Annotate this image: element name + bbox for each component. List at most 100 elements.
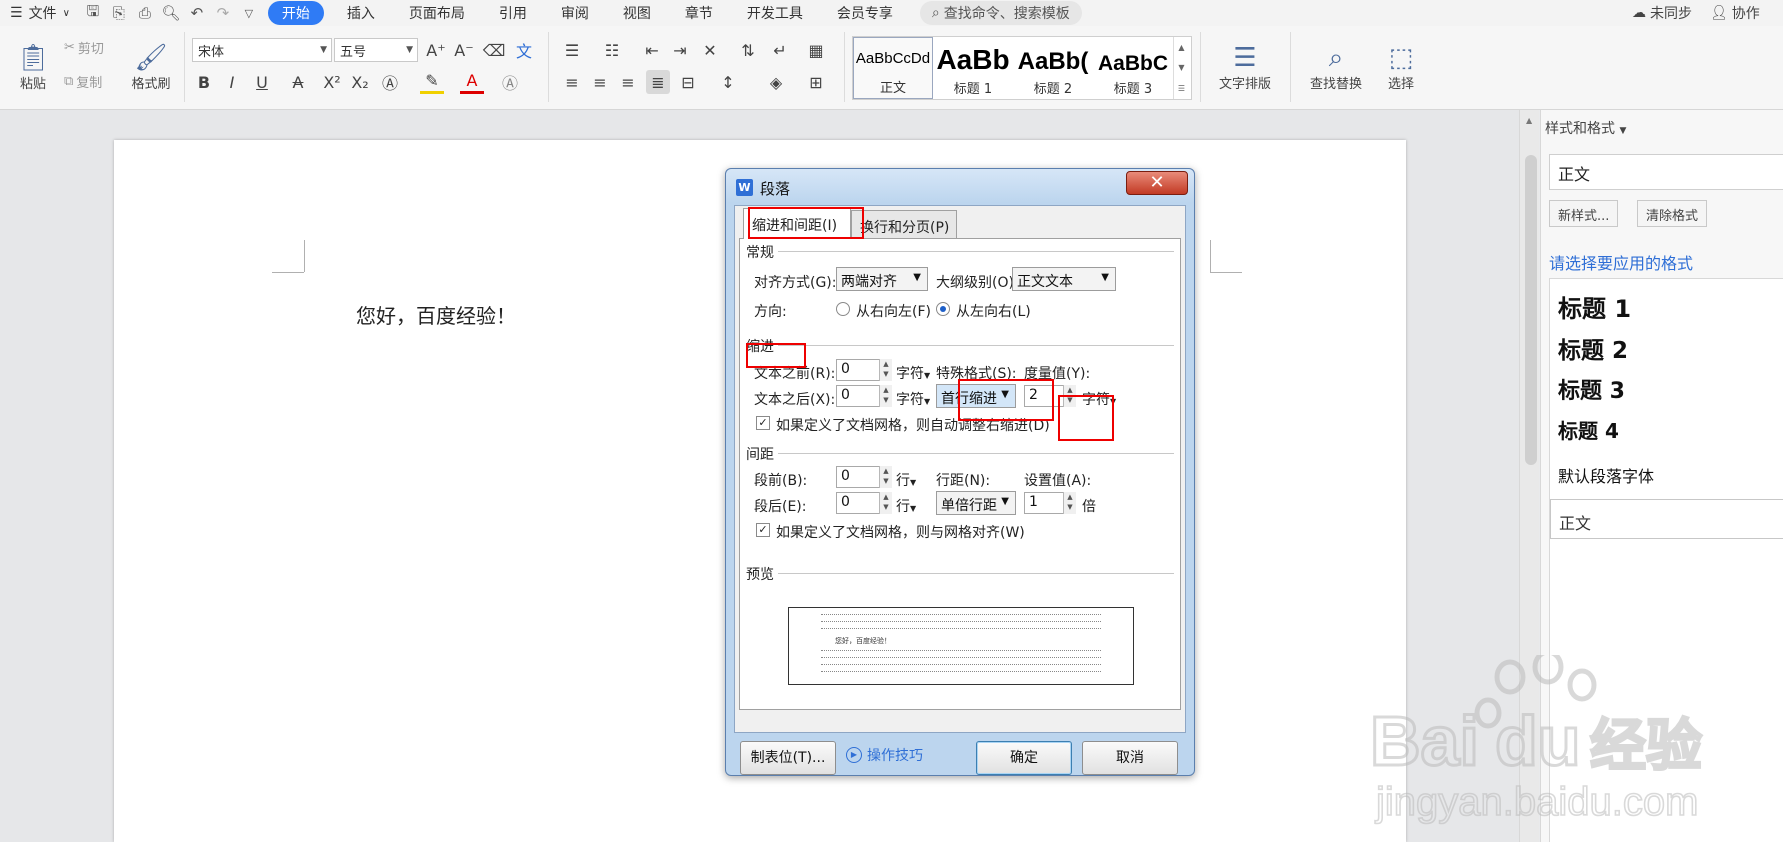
tab-insert[interactable]: 插入 — [330, 0, 392, 26]
tab-stops-button[interactable]: 制表位(T)... — [740, 741, 836, 775]
tab-view[interactable]: 视图 — [606, 0, 668, 26]
command-search[interactable]: ⌕ 查找命令、搜索模板 — [919, 1, 1082, 25]
style-list-heading-1[interactable]: 标题 1 — [1558, 289, 1631, 324]
tips-link[interactable]: ▶ 操作技巧 — [846, 745, 923, 765]
scrollbar-thumb[interactable] — [1525, 155, 1537, 465]
indent-after-unit[interactable]: 字符▼ — [896, 389, 930, 409]
sort-icon[interactable]: ⇅ — [736, 38, 760, 62]
space-after-unit[interactable]: 行▼ — [896, 496, 916, 516]
tab-references[interactable]: 引用 — [482, 0, 544, 26]
align-center-icon[interactable]: ≡ — [588, 70, 612, 94]
chinese-layout-icon[interactable]: ✕ — [698, 38, 722, 62]
paste-button[interactable]: 📋︎ 粘贴 — [8, 34, 58, 100]
sync-status[interactable]: ☁ 未同步 — [1632, 0, 1692, 26]
font-name-select[interactable]: 宋体 ▼ — [192, 38, 332, 62]
italic-icon[interactable]: I — [220, 70, 244, 94]
format-painter-button[interactable]: 🖌︎ 格式刷 — [124, 34, 178, 100]
phonetic-icon[interactable]: 文 — [512, 38, 536, 62]
bold-icon[interactable]: B — [192, 70, 216, 94]
distribute-icon[interactable]: ⊟ — [676, 70, 700, 94]
spinner-icon[interactable]: ▲ ▼ — [879, 466, 892, 488]
rtl-label[interactable]: 从右向左(F) — [856, 301, 931, 321]
tab-page-layout[interactable]: 页面布局 — [392, 0, 482, 26]
subscript-icon[interactable]: X₂ — [348, 70, 372, 94]
cancel-button[interactable]: 取消 — [1082, 741, 1178, 775]
style-heading-2[interactable]: AaBb( 标题 2 — [1013, 37, 1093, 99]
font-color-icon[interactable]: A — [460, 70, 484, 94]
style-heading-3[interactable]: AaBbC 标题 3 — [1093, 37, 1173, 99]
tab-line-page-break[interactable]: 换行和分页(P) — [851, 210, 957, 238]
grow-font-icon[interactable]: A⁺ — [424, 38, 448, 62]
styles-pane-title[interactable]: 样式和格式 ▼ — [1545, 118, 1626, 138]
table-tools-icon[interactable]: ▦ — [804, 38, 828, 62]
ltr-label[interactable]: 从左向右(L) — [956, 301, 1031, 321]
tab-section[interactable]: 章节 — [668, 0, 730, 26]
close-button[interactable]: ✕ — [1126, 171, 1188, 195]
auto-adjust-checkbox[interactable]: ✓ — [756, 416, 770, 430]
shading-icon[interactable]: ◈ — [764, 70, 788, 94]
print-icon[interactable]: ⎙ — [132, 0, 158, 26]
style-normal[interactable]: AaBbCcDd 正文 — [853, 37, 933, 99]
print-preview-icon[interactable]: 🔍︎ — [158, 0, 184, 26]
space-after-input[interactable]: 0 ▲ ▼ — [836, 492, 892, 514]
line-spacing-select[interactable]: 单倍行距 ▼ — [936, 491, 1016, 515]
indent-before-input[interactable]: 0 ▲ ▼ — [836, 359, 892, 381]
spinner-icon[interactable]: ▲ ▼ — [879, 492, 892, 514]
measure-input[interactable]: 2 ▲ ▼ — [1024, 385, 1076, 407]
file-menu[interactable]: ☰ 文件 ∨ — [0, 0, 80, 26]
ok-button[interactable]: 确定 — [976, 741, 1072, 775]
measure-unit[interactable]: 字符▼ — [1082, 389, 1116, 409]
char-shading-icon[interactable]: Ⓐ — [498, 70, 522, 94]
current-style-field[interactable]: 正文 — [1549, 154, 1783, 190]
style-list-normal[interactable]: 正文 — [1550, 499, 1783, 539]
align-left-icon[interactable]: ≡ — [560, 70, 584, 94]
special-format-select[interactable]: 首行缩进 ▼ — [936, 384, 1016, 408]
copy-button[interactable]: ⧉ 复制 — [64, 70, 102, 92]
spinner-icon[interactable]: ▲ ▼ — [879, 359, 892, 381]
auto-adjust-label[interactable]: 如果定义了文档网格，则自动调整右缩进(D) — [776, 415, 1050, 435]
ltr-radio[interactable] — [936, 302, 950, 316]
rtl-radio[interactable] — [836, 302, 850, 316]
superscript-icon[interactable]: X² — [320, 70, 344, 94]
space-before-input[interactable]: 0 ▲ ▼ — [836, 466, 892, 488]
clear-format-button[interactable]: 清除格式 — [1637, 200, 1708, 227]
highlight-icon[interactable]: ✎ — [420, 70, 444, 94]
tab-indent-spacing[interactable]: 缩进和间距(I) — [743, 208, 851, 239]
style-heading-1[interactable]: AaBb 标题 1 — [933, 37, 1013, 99]
tab-member[interactable]: 会员专享 — [820, 0, 910, 26]
spinner-icon[interactable]: ▲ ▼ — [1063, 385, 1076, 407]
select-button[interactable]: ⬚ 选择 — [1378, 34, 1424, 100]
justify-icon[interactable]: ≣ — [646, 70, 670, 94]
underline-icon[interactable]: U — [250, 70, 274, 94]
style-list-default-font[interactable]: 默认段落字体 — [1558, 463, 1654, 487]
align-right-icon[interactable]: ≡ — [616, 70, 640, 94]
spinner-icon[interactable]: ▲ ▼ — [879, 385, 892, 407]
tab-home[interactable]: 开始 — [267, 1, 324, 25]
space-before-unit[interactable]: 行▼ — [896, 470, 916, 490]
eraser-icon[interactable]: ⌫ — [482, 38, 506, 62]
cut-button[interactable]: ✂ 剪切 — [64, 36, 104, 58]
style-list-heading-2[interactable]: 标题 2 — [1558, 331, 1628, 365]
dialog-titlebar[interactable]: W 段落 ✕ — [726, 169, 1194, 203]
bullet-list-icon[interactable]: ☰ — [560, 38, 584, 62]
collab-button[interactable]: 👤︎ 协作 — [1710, 0, 1760, 26]
new-style-button[interactable]: 新样式... — [1549, 200, 1619, 227]
increase-indent-icon[interactable]: ⇥ — [668, 38, 692, 62]
undo-icon[interactable]: ↶ — [184, 0, 210, 26]
document-text[interactable]: 您好，百度经验！ — [356, 300, 516, 329]
gallery-scroll[interactable]: ▲ ▼ ☰ — [1173, 37, 1189, 99]
outline-level-select[interactable]: 正文文本 ▼ — [1012, 267, 1116, 291]
text-effect-icon[interactable]: Ⓐ — [378, 70, 402, 94]
strikethrough-icon[interactable]: A — [286, 70, 310, 94]
export-icon[interactable]: ⎘ — [106, 0, 132, 26]
alignment-select[interactable]: 两端对齐 ▼ — [836, 267, 928, 291]
snap-to-grid-checkbox[interactable]: ✓ — [756, 523, 770, 537]
indent-after-input[interactable]: 0 ▲ ▼ — [836, 385, 892, 407]
tab-review[interactable]: 审阅 — [544, 0, 606, 26]
customize-toolbar-icon[interactable]: ▽ — [236, 0, 262, 26]
style-list-heading-4[interactable]: 标题 4 — [1558, 415, 1619, 444]
decrease-indent-icon[interactable]: ⇤ — [640, 38, 664, 62]
paragraph-mark-icon[interactable]: ↵ — [768, 38, 792, 62]
setting-value-input[interactable]: 1 ▲ ▼ — [1024, 492, 1076, 514]
text-layout-button[interactable]: ☰ 文字排版 — [1206, 34, 1284, 100]
